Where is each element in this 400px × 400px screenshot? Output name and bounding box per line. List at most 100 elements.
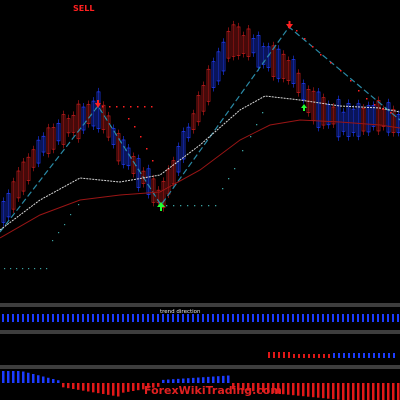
trail-dot	[320, 54, 322, 56]
candle	[221, 38, 226, 75]
candle	[121, 135, 126, 169]
trend-bar	[297, 314, 299, 322]
trail-dot	[330, 62, 332, 64]
histogram-bar	[87, 383, 90, 392]
trend-bar	[12, 314, 14, 322]
candle	[351, 105, 356, 137]
candle	[356, 99, 361, 141]
trail-dot	[70, 214, 72, 216]
trend-bar	[77, 314, 79, 322]
trail-dot	[144, 106, 146, 108]
histogram-bar	[322, 383, 325, 399]
histogram-bar	[42, 376, 45, 383]
trend-bar	[372, 314, 374, 322]
histogram-bar	[27, 372, 30, 383]
trail-dot	[128, 118, 130, 120]
trend-bar	[92, 314, 94, 322]
histogram-bar	[57, 380, 60, 383]
candle	[196, 91, 201, 126]
trail-dot	[109, 106, 111, 108]
trend-bar	[47, 314, 49, 322]
trend-bar	[72, 314, 74, 322]
histogram-bar	[397, 383, 400, 400]
candle	[66, 114, 71, 137]
trend-bar	[397, 314, 399, 322]
trend-bar	[2, 314, 4, 322]
trend-bar	[182, 314, 184, 322]
candle	[201, 81, 206, 116]
trend-bar	[332, 314, 334, 322]
trend-bar	[137, 314, 139, 322]
histogram-bar	[362, 383, 365, 400]
trend-bar	[347, 314, 349, 322]
trend-bar	[252, 314, 254, 322]
candle	[191, 109, 196, 134]
chart-canvas[interactable]: SELL trend direction ForexWikiTrading.co…	[0, 0, 400, 400]
candle	[236, 22, 241, 60]
trail-dot	[208, 205, 210, 207]
trend-bar	[307, 314, 309, 322]
trail-dot	[194, 205, 196, 207]
histogram-bar	[302, 383, 305, 397]
trend-bar	[42, 314, 44, 322]
candle	[46, 123, 51, 158]
candle	[146, 164, 151, 199]
trend-bar	[152, 314, 154, 322]
indicator-bar	[333, 353, 335, 358]
candle	[241, 31, 246, 58]
trail-dot	[296, 30, 298, 32]
histogram-bar	[382, 383, 385, 400]
candle	[36, 136, 41, 168]
histogram-bar	[367, 383, 370, 400]
histogram-bar	[197, 377, 200, 383]
trend-bar	[392, 314, 394, 322]
histogram-bar	[107, 383, 110, 395]
trend-bar	[377, 314, 379, 322]
histogram-bar	[122, 383, 125, 393]
indicator-bar	[363, 353, 365, 358]
candle	[281, 50, 286, 83]
trail-dot	[340, 70, 342, 72]
trend-bar	[227, 314, 229, 322]
trail-dot	[28, 268, 30, 270]
histogram-bar	[82, 383, 85, 391]
trend-bar	[237, 314, 239, 322]
trend-bar	[352, 314, 354, 322]
trend-bar	[287, 314, 289, 322]
trail-dot	[22, 268, 24, 270]
trend-bar	[122, 314, 124, 322]
candle	[136, 154, 141, 192]
histogram-bar	[212, 376, 215, 383]
trend-bar	[357, 314, 359, 322]
candle	[371, 101, 376, 131]
trail-dot	[10, 268, 12, 270]
trading-chart[interactable]: SELL trend direction ForexWikiTrading.co…	[0, 0, 400, 400]
histogram-bar	[7, 371, 10, 383]
histogram-bar	[12, 371, 15, 383]
trail-dot	[130, 106, 132, 108]
trend-bar	[337, 314, 339, 322]
trend-bar	[127, 314, 129, 322]
indicator-bar	[283, 352, 285, 358]
histogram-bar	[22, 371, 25, 383]
trend-bar	[277, 314, 279, 322]
histogram-bar	[352, 383, 355, 400]
histogram-bar	[337, 383, 340, 400]
trail-dot	[350, 80, 352, 82]
trail-dot	[358, 90, 360, 92]
trend-bar	[107, 314, 109, 322]
candle	[126, 143, 131, 170]
trail-dot	[58, 232, 60, 234]
trail-dot	[242, 150, 244, 152]
buy-arrow-icon	[301, 104, 307, 111]
candle	[106, 111, 111, 142]
indicator-bar	[368, 353, 370, 358]
histogram-bar	[207, 376, 210, 383]
candle	[91, 97, 96, 130]
trail-dot	[151, 106, 153, 108]
trend-bar	[302, 314, 304, 322]
histogram-bar	[177, 378, 180, 383]
histogram-bar	[62, 383, 65, 388]
trend-bar	[62, 314, 64, 322]
histogram-bar	[97, 383, 100, 394]
